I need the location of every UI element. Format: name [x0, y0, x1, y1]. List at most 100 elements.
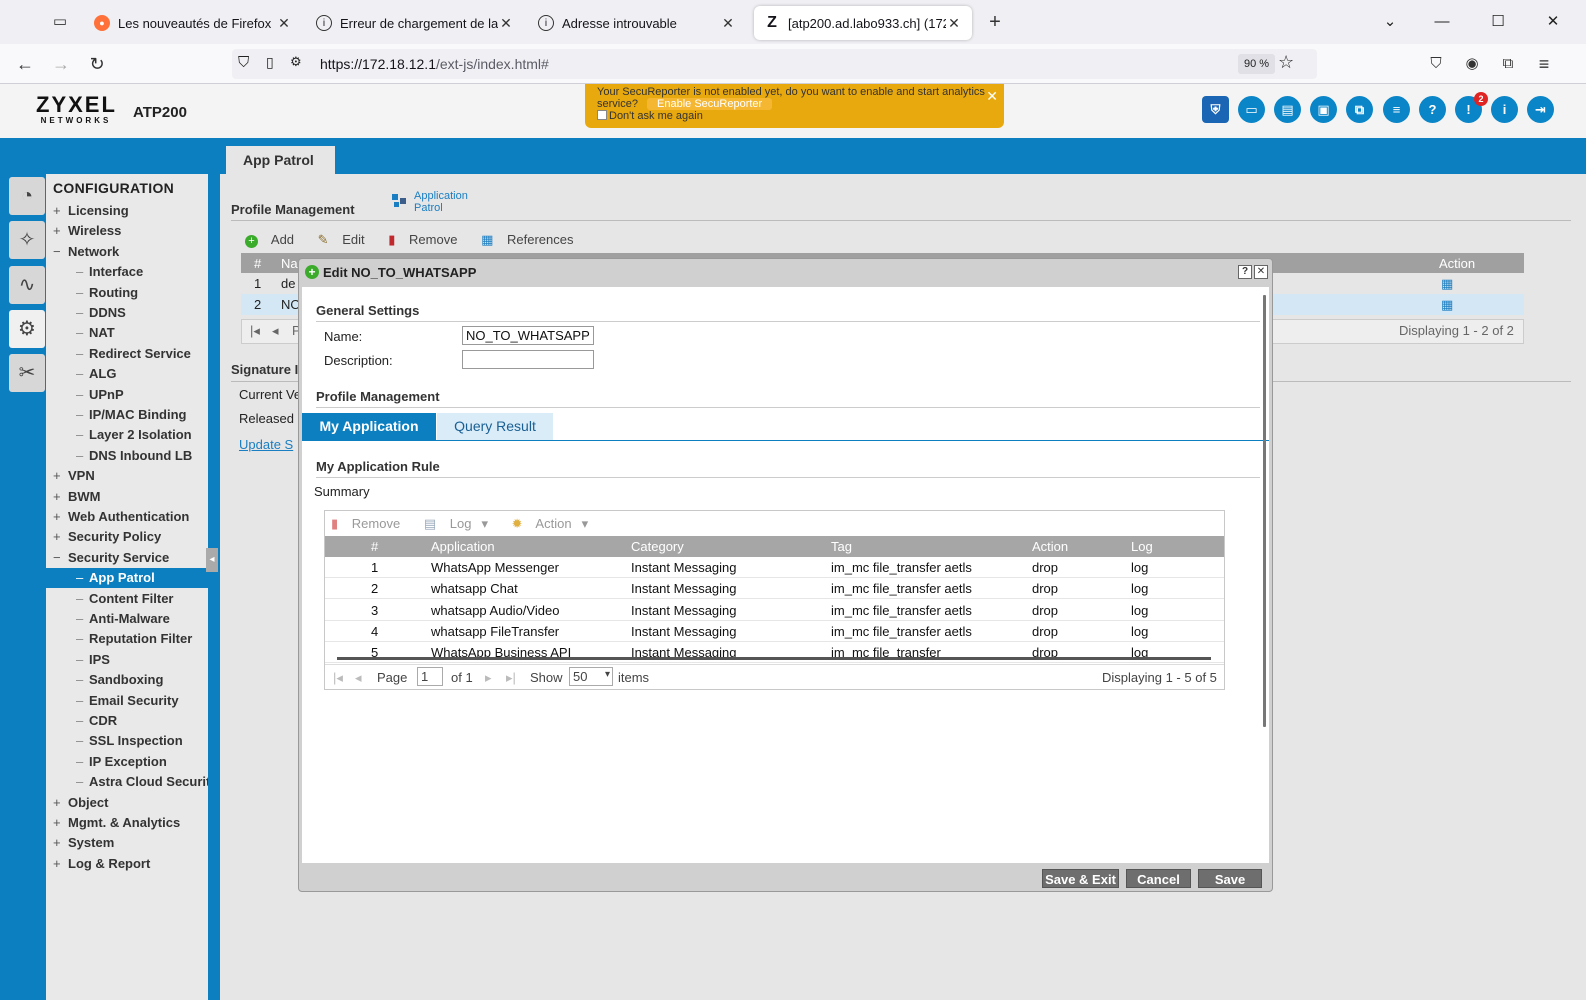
- sidebar-item[interactable]: – Anti-Malware: [46, 609, 208, 629]
- maintenance-tools-icon[interactable]: ✂: [9, 354, 45, 392]
- expand-icon[interactable]: +: [53, 509, 63, 524]
- first-page-icon[interactable]: |◂: [250, 323, 260, 339]
- update-signatures-link[interactable]: Update S: [239, 437, 293, 452]
- sidebar-item[interactable]: + Web Authentication: [46, 507, 208, 527]
- cancel-button[interactable]: Cancel: [1126, 869, 1191, 888]
- chat-icon[interactable]: ≡: [1383, 96, 1410, 123]
- tab-app-patrol[interactable]: App Patrol: [226, 146, 335, 174]
- browser-tab-address-not-found[interactable]: i Adresse introuvable ✕: [528, 6, 746, 40]
- new-tab-icon[interactable]: +: [983, 10, 1007, 34]
- sidebar-item[interactable]: – IPS: [46, 650, 208, 670]
- wizard-icon[interactable]: ✧: [9, 221, 45, 259]
- sidebar-item[interactable]: – Layer 2 Isolation: [46, 425, 208, 445]
- page-icon[interactable]: ▯: [266, 54, 274, 71]
- notifications-icon[interactable]: ! 2: [1455, 92, 1488, 123]
- expand-icon[interactable]: +: [53, 203, 63, 218]
- menu-icon[interactable]: ≡: [1532, 52, 1556, 76]
- collapse-sidebar-icon[interactable]: ◂: [206, 548, 218, 572]
- col-action[interactable]: Action: [1032, 539, 1068, 554]
- tab-my-application[interactable]: My Application: [302, 413, 436, 440]
- sidebar-item[interactable]: + System: [46, 833, 208, 853]
- last-page-icon[interactable]: ▸|: [506, 670, 516, 686]
- console-icon[interactable]: ▭: [1238, 96, 1265, 123]
- close-icon[interactable]: ✕: [946, 15, 962, 32]
- save-button[interactable]: Save: [1198, 869, 1262, 888]
- enable-secureporter-button[interactable]: Enable SecuReporter: [647, 98, 773, 110]
- sidebar-item[interactable]: – UPnP: [46, 385, 208, 405]
- remove-button[interactable]: ▮ Remove: [388, 232, 467, 247]
- sitemap-icon[interactable]: ▣: [1310, 96, 1337, 123]
- collapse-icon[interactable]: −: [53, 244, 63, 259]
- col-application[interactable]: Application: [431, 539, 495, 554]
- sidebar-item[interactable]: + Wireless: [46, 221, 208, 241]
- logout-icon[interactable]: ⇥: [1527, 96, 1554, 123]
- name-input[interactable]: [462, 326, 594, 345]
- zoom-badge[interactable]: 90 %: [1238, 54, 1276, 74]
- maximize-icon[interactable]: ☐: [1486, 10, 1510, 34]
- col-num[interactable]: #: [371, 539, 378, 554]
- browser-tab-atp200[interactable]: Z [atp200.ad.labo933.ch] (172.18.12.1) ✕: [754, 6, 972, 40]
- sidebar-item[interactable]: + Object: [46, 793, 208, 813]
- permissions-icon[interactable]: ⚙: [290, 54, 302, 70]
- sidebar-item[interactable]: – Astra Cloud Security: [46, 772, 208, 792]
- sidebar-item[interactable]: + Log & Report: [46, 854, 208, 874]
- col-log[interactable]: Log: [1131, 539, 1153, 554]
- log-dropdown[interactable]: ▤ Log ▾: [424, 516, 498, 531]
- forward-icon[interactable]: →: [49, 52, 73, 76]
- cli-icon[interactable]: ▤: [1274, 96, 1301, 123]
- sidebar-item[interactable]: – Redirect Service: [46, 344, 208, 364]
- prev-page-icon[interactable]: ◂: [272, 323, 279, 339]
- sidebar-item[interactable]: – Interface: [46, 262, 208, 282]
- reload-icon[interactable]: ↻: [85, 52, 109, 76]
- shield-icon[interactable]: ⛉: [238, 54, 249, 71]
- next-page-icon[interactable]: ▸: [485, 670, 492, 686]
- sidebar-item[interactable]: – SSL Inspection: [46, 731, 208, 751]
- table-row[interactable]: 5 WhatsApp Business API Instant Messaging i…: [325, 642, 1224, 664]
- sidebar-item[interactable]: + Security Policy: [46, 527, 208, 547]
- sidebar-item[interactable]: – Reputation Filter: [46, 629, 208, 649]
- sidebar-item[interactable]: – App Patrol: [46, 568, 208, 589]
- close-window-icon[interactable]: ✕: [1541, 10, 1565, 34]
- expand-icon[interactable]: +: [53, 223, 63, 238]
- expand-icon[interactable]: +: [53, 489, 63, 504]
- expand-icon[interactable]: +: [53, 795, 63, 810]
- first-page-icon[interactable]: |◂: [333, 670, 343, 686]
- configuration-gear-icon[interactable]: ⚙: [9, 310, 45, 348]
- expand-icon[interactable]: +: [53, 468, 63, 483]
- close-icon[interactable]: ✕: [720, 15, 736, 32]
- sidebar-item[interactable]: – DNS Inbound LB: [46, 446, 208, 466]
- browser-tab-firefox-news[interactable]: ● Les nouveautés de Firefox : encore ✕: [84, 6, 302, 40]
- sidebar-item[interactable]: – CDR: [46, 711, 208, 731]
- sidebar-item[interactable]: – Sandboxing: [46, 670, 208, 690]
- sidebar-item[interactable]: – IP Exception: [46, 752, 208, 772]
- sidebar-item[interactable]: − Security Service: [46, 548, 208, 568]
- remove-button[interactable]: ▮ Remove: [331, 516, 410, 531]
- application-patrol-link[interactable]: Application Patrol: [392, 190, 474, 214]
- action-icon[interactable]: ▦: [1441, 276, 1453, 292]
- sidebar-item[interactable]: – ALG: [46, 364, 208, 384]
- tab-query-result[interactable]: Query Result: [437, 413, 553, 440]
- sidebar-item[interactable]: – NAT: [46, 323, 208, 343]
- action-dropdown[interactable]: ✹ Action ▾: [512, 516, 598, 531]
- collapse-icon[interactable]: −: [53, 550, 63, 565]
- network-icon[interactable]: ⧉: [1346, 96, 1373, 123]
- help-icon[interactable]: ?: [1419, 96, 1446, 123]
- close-icon[interactable]: ✕: [1254, 265, 1268, 279]
- close-icon[interactable]: ✕: [276, 15, 292, 32]
- save-exit-button[interactable]: Save & Exit: [1042, 869, 1119, 888]
- account-icon[interactable]: ◉: [1460, 52, 1484, 76]
- dont-ask-checkbox[interactable]: [597, 110, 607, 120]
- about-icon[interactable]: i: [1491, 96, 1518, 123]
- security-shield-icon[interactable]: ⛨: [1202, 96, 1229, 123]
- tab-list-icon[interactable]: ▭: [48, 10, 72, 34]
- pocket-icon[interactable]: ⛉: [1424, 52, 1448, 76]
- edit-button[interactable]: ✎ Edit: [318, 232, 375, 247]
- sidebar-item[interactable]: – Email Security: [46, 691, 208, 711]
- horizontal-scrollbar[interactable]: [337, 657, 1211, 660]
- extensions-icon[interactable]: ⧉: [1496, 52, 1520, 76]
- vertical-scrollbar[interactable]: [1263, 295, 1266, 727]
- close-icon[interactable]: ✕: [498, 15, 514, 32]
- sidebar-item[interactable]: − Network: [46, 242, 208, 262]
- description-input[interactable]: [462, 350, 594, 369]
- chevron-down-icon[interactable]: ⌄: [1378, 10, 1402, 34]
